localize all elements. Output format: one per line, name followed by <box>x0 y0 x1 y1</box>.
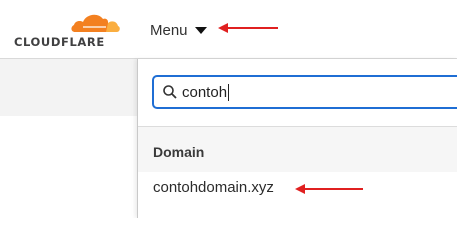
search-input[interactable] <box>182 81 452 103</box>
search-icon <box>163 85 177 99</box>
logo-wordmark: CLOUDFLARE <box>14 35 105 49</box>
menu-label: Menu <box>150 21 188 39</box>
top-navigation-bar: CLOUDFLARE Menu <box>0 0 457 59</box>
domain-result-label[interactable]: contohdomain.xyz <box>153 179 274 196</box>
menu-button[interactable]: Menu <box>150 18 207 42</box>
search-field[interactable] <box>152 75 457 109</box>
cloud-logo-icon <box>71 14 120 32</box>
menu-dropdown-panel: Domain contohdomain.xyz <box>137 59 457 218</box>
annotation-arrow-icon <box>218 23 278 33</box>
results-section-title: Domain <box>153 144 205 160</box>
cloudflare-logo[interactable]: CLOUDFLARE <box>14 9 124 51</box>
caret-down-icon <box>194 26 207 34</box>
text-cursor <box>228 84 229 101</box>
page-background-strip <box>0 59 137 116</box>
page: CLOUDFLARE Menu Domain contohdomain.xyz <box>0 0 457 218</box>
